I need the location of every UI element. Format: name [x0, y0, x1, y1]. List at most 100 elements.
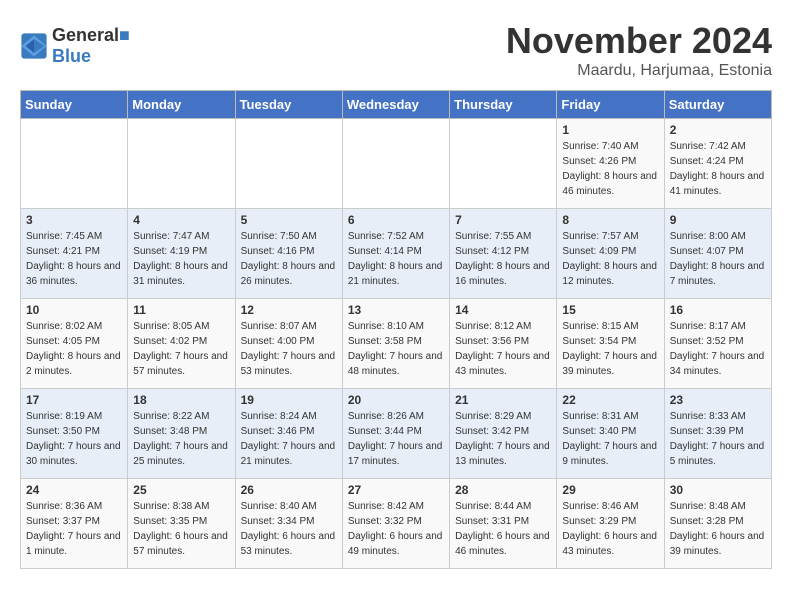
- calendar-cell: 22Sunrise: 8:31 AM Sunset: 3:40 PM Dayli…: [557, 389, 664, 479]
- calendar-header-saturday: Saturday: [664, 91, 771, 119]
- calendar-cell: 18 Sunrise: 8:22 AM Sunset: 3:48 PM Dayli…: [128, 389, 235, 479]
- day-info: Sunrise: 7:52 AM Sunset: 4:14 PM Dayligh…: [348, 229, 444, 289]
- calendar-header-tuesday: Tuesday: [235, 91, 342, 119]
- day-info: Sunrise: 8:44 AM Sunset: 3:31 PM Dayligh…: [455, 499, 551, 559]
- page-title: November 2024: [506, 20, 772, 62]
- calendar-header-monday: Monday: [128, 91, 235, 119]
- calendar-cell: 23 Sunrise: 8:33 AM Sunset: 3:39 PM Dayli…: [664, 389, 771, 479]
- day-number: 17: [26, 393, 122, 407]
- day-info: Sunrise: 8:29 AM Sunset: 3:42 PM Dayligh…: [455, 409, 551, 469]
- day-number: 26: [241, 483, 337, 497]
- day-info: Sunrise: 8:22 AM Sunset: 3:48 PM Dayligh…: [133, 409, 229, 469]
- calendar-cell: 16 Sunrise: 8:17 AM Sunset: 3:52 PM Dayli…: [664, 299, 771, 389]
- calendar-cell: 17 Sunrise: 8:19 AM Sunset: 3:50 PM Dayli…: [21, 389, 128, 479]
- calendar-cell: 21 Sunrise: 8:29 AM Sunset: 3:42 PM Dayli…: [450, 389, 557, 479]
- calendar-cell: 14 Sunrise: 8:12 AM Sunset: 3:56 PM Dayli…: [450, 299, 557, 389]
- day-number: 1: [562, 123, 658, 137]
- title-block: November 2024 Maardu, Harjumaa, Estonia: [506, 20, 772, 80]
- day-number: 16: [670, 303, 766, 317]
- day-info: Sunrise: 8:38 AM Sunset: 3:35 PM Dayligh…: [133, 499, 229, 559]
- calendar-header-row: SundayMondayTuesdayWednesdayThursdayFrid…: [21, 91, 772, 119]
- calendar-cell: 4 Sunrise: 7:47 AM Sunset: 4:19 PM Daylig…: [128, 209, 235, 299]
- calendar-header-wednesday: Wednesday: [342, 91, 449, 119]
- day-number: 5: [241, 213, 337, 227]
- calendar-cell: 12 Sunrise: 8:07 AM Sunset: 4:00 PM Dayli…: [235, 299, 342, 389]
- day-number: 14: [455, 303, 551, 317]
- day-info: Sunrise: 8:05 AM Sunset: 4:02 PM Dayligh…: [133, 319, 229, 379]
- calendar-cell: 1 Sunrise: 7:40 AM Sunset: 4:26 PM Daylig…: [557, 119, 664, 209]
- day-number: 24: [26, 483, 122, 497]
- calendar-cell: 11Sunrise: 8:05 AM Sunset: 4:02 PM Dayli…: [128, 299, 235, 389]
- calendar-cell: 28 Sunrise: 8:44 AM Sunset: 3:31 PM Dayli…: [450, 479, 557, 569]
- calendar-cell: 27 Sunrise: 8:42 AM Sunset: 3:32 PM Dayli…: [342, 479, 449, 569]
- calendar-cell: 15 Sunrise: 8:15 AM Sunset: 3:54 PM Dayli…: [557, 299, 664, 389]
- day-number: 9: [670, 213, 766, 227]
- day-number: 20: [348, 393, 444, 407]
- day-number: 15: [562, 303, 658, 317]
- calendar-table: SundayMondayTuesdayWednesdayThursdayFrid…: [20, 90, 772, 569]
- day-number: 7: [455, 213, 551, 227]
- calendar-cell: [21, 119, 128, 209]
- day-info: Sunrise: 8:26 AM Sunset: 3:44 PM Dayligh…: [348, 409, 444, 469]
- calendar-cell: [342, 119, 449, 209]
- calendar-cell: 7 Sunrise: 7:55 AM Sunset: 4:12 PM Daylig…: [450, 209, 557, 299]
- calendar-cell: 8Sunrise: 7:57 AM Sunset: 4:09 PM Daylig…: [557, 209, 664, 299]
- day-number: 27: [348, 483, 444, 497]
- day-number: 4: [133, 213, 229, 227]
- day-info: Sunrise: 7:55 AM Sunset: 4:12 PM Dayligh…: [455, 229, 551, 289]
- calendar-header-friday: Friday: [557, 91, 664, 119]
- day-info: Sunrise: 8:17 AM Sunset: 3:52 PM Dayligh…: [670, 319, 766, 379]
- day-info: Sunrise: 8:02 AM Sunset: 4:05 PM Dayligh…: [26, 319, 122, 379]
- calendar-cell: 19 Sunrise: 8:24 AM Sunset: 3:46 PM Dayli…: [235, 389, 342, 479]
- day-number: 23: [670, 393, 766, 407]
- day-info: Sunrise: 8:40 AM Sunset: 3:34 PM Dayligh…: [241, 499, 337, 559]
- day-info: Sunrise: 8:42 AM Sunset: 3:32 PM Dayligh…: [348, 499, 444, 559]
- day-info: Sunrise: 7:45 AM Sunset: 4:21 PM Dayligh…: [26, 229, 122, 289]
- calendar-cell: 30 Sunrise: 8:48 AM Sunset: 3:28 PM Dayli…: [664, 479, 771, 569]
- calendar-week-row: 17 Sunrise: 8:19 AM Sunset: 3:50 PM Dayli…: [21, 389, 772, 479]
- calendar-cell: [450, 119, 557, 209]
- day-info: Sunrise: 8:33 AM Sunset: 3:39 PM Dayligh…: [670, 409, 766, 469]
- day-info: Sunrise: 8:12 AM Sunset: 3:56 PM Dayligh…: [455, 319, 551, 379]
- logo-text: General■ Blue: [52, 25, 130, 67]
- calendar-cell: 13 Sunrise: 8:10 AM Sunset: 3:58 PM Dayli…: [342, 299, 449, 389]
- day-info: Sunrise: 7:47 AM Sunset: 4:19 PM Dayligh…: [133, 229, 229, 289]
- calendar-cell: 25 Sunrise: 8:38 AM Sunset: 3:35 PM Dayli…: [128, 479, 235, 569]
- calendar-cell: 20 Sunrise: 8:26 AM Sunset: 3:44 PM Dayli…: [342, 389, 449, 479]
- day-info: Sunrise: 8:10 AM Sunset: 3:58 PM Dayligh…: [348, 319, 444, 379]
- calendar-cell: [128, 119, 235, 209]
- calendar-cell: 26 Sunrise: 8:40 AM Sunset: 3:34 PM Dayli…: [235, 479, 342, 569]
- day-number: 10: [26, 303, 122, 317]
- day-info: Sunrise: 8:36 AM Sunset: 3:37 PM Dayligh…: [26, 499, 122, 559]
- calendar-cell: 10 Sunrise: 8:02 AM Sunset: 4:05 PM Dayli…: [21, 299, 128, 389]
- day-info: Sunrise: 8:07 AM Sunset: 4:00 PM Dayligh…: [241, 319, 337, 379]
- calendar-cell: [235, 119, 342, 209]
- day-number: 30: [670, 483, 766, 497]
- day-info: Sunrise: 7:57 AM Sunset: 4:09 PM Dayligh…: [562, 229, 658, 289]
- day-info: Sunrise: 7:40 AM Sunset: 4:26 PM Dayligh…: [562, 139, 658, 199]
- calendar-week-row: 3 Sunrise: 7:45 AM Sunset: 4:21 PM Daylig…: [21, 209, 772, 299]
- day-number: 21: [455, 393, 551, 407]
- page-subtitle: Maardu, Harjumaa, Estonia: [506, 62, 772, 80]
- day-info: Sunrise: 8:15 AM Sunset: 3:54 PM Dayligh…: [562, 319, 658, 379]
- day-number: 6: [348, 213, 444, 227]
- day-number: 18: [133, 393, 229, 407]
- day-number: 28: [455, 483, 551, 497]
- calendar-header-sunday: Sunday: [21, 91, 128, 119]
- day-info: Sunrise: 8:19 AM Sunset: 3:50 PM Dayligh…: [26, 409, 122, 469]
- day-number: 3: [26, 213, 122, 227]
- calendar-week-row: 1 Sunrise: 7:40 AM Sunset: 4:26 PM Daylig…: [21, 119, 772, 209]
- day-info: Sunrise: 7:50 AM Sunset: 4:16 PM Dayligh…: [241, 229, 337, 289]
- header: General■ Blue November 2024 Maardu, Harj…: [20, 20, 772, 80]
- day-number: 25: [133, 483, 229, 497]
- day-number: 13: [348, 303, 444, 317]
- day-number: 2: [670, 123, 766, 137]
- calendar-cell: 24 Sunrise: 8:36 AM Sunset: 3:37 PM Dayli…: [21, 479, 128, 569]
- day-number: 12: [241, 303, 337, 317]
- day-info: Sunrise: 8:46 AM Sunset: 3:29 PM Dayligh…: [562, 499, 658, 559]
- calendar-cell: 5 Sunrise: 7:50 AM Sunset: 4:16 PM Daylig…: [235, 209, 342, 299]
- calendar-cell: 6 Sunrise: 7:52 AM Sunset: 4:14 PM Daylig…: [342, 209, 449, 299]
- day-info: Sunrise: 8:24 AM Sunset: 3:46 PM Dayligh…: [241, 409, 337, 469]
- day-number: 19: [241, 393, 337, 407]
- day-info: Sunrise: 8:48 AM Sunset: 3:28 PM Dayligh…: [670, 499, 766, 559]
